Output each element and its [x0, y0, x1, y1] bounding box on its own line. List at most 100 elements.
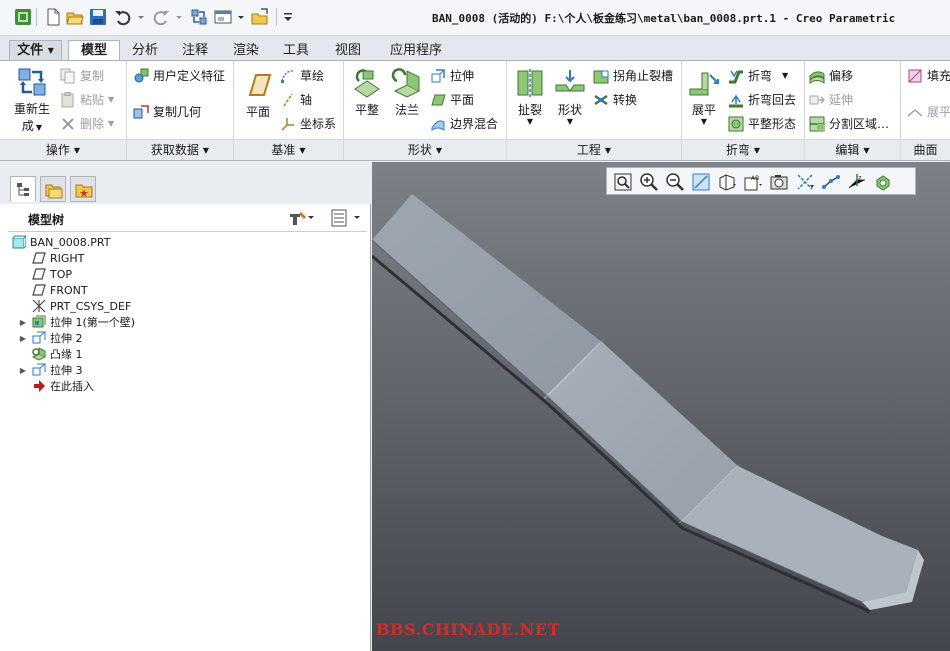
- convert-button[interactable]: 转换: [593, 91, 637, 108]
- new-file-icon[interactable]: [44, 8, 62, 26]
- zoom-in-icon[interactable]: [639, 172, 659, 192]
- unbend-button[interactable]: 展平 ▼: [686, 67, 722, 126]
- undo-dropdown-icon[interactable]: [136, 8, 146, 26]
- bend-back-button[interactable]: 折弯回去: [728, 91, 796, 108]
- group-shapes-label[interactable]: 形状 ▼: [344, 139, 506, 160]
- regenerate-icon[interactable]: [190, 8, 208, 26]
- tab-view[interactable]: 视图: [325, 40, 371, 61]
- planar-button[interactable]: 平面: [430, 91, 474, 108]
- unfold-button[interactable]: 展平: [907, 103, 950, 120]
- tree-show-icon[interactable]: [330, 209, 364, 227]
- app-logo-icon[interactable]: [14, 8, 32, 26]
- tab-favorites[interactable]: [70, 176, 96, 202]
- group-operations-label[interactable]: 操作 ▼: [0, 139, 126, 160]
- folder-browser-icon: [45, 181, 63, 199]
- repaint-icon[interactable]: [691, 172, 711, 192]
- open-folder-icon[interactable]: [66, 8, 84, 26]
- extrude-button[interactable]: 拉伸: [430, 67, 474, 84]
- tree-item-label: BAN_0008.PRT: [30, 235, 111, 249]
- tab-folder-browser[interactable]: [40, 176, 66, 202]
- form-button[interactable]: 形状 ▼: [551, 67, 589, 126]
- tree-item-feature[interactable]: 凸缘 1: [32, 346, 83, 362]
- tree-item-label: PRT_CSYS_DEF: [50, 299, 132, 313]
- group-datum-label[interactable]: 基准 ▼: [234, 139, 343, 160]
- group-get-data-label[interactable]: 获取数据 ▼: [127, 139, 233, 160]
- display-style-icon[interactable]: [717, 172, 737, 192]
- tab-applications[interactable]: 应用程序: [378, 40, 454, 61]
- group-bends-label[interactable]: 折弯 ▼: [682, 139, 804, 160]
- split-area-button[interactable]: 分割区域…: [809, 115, 889, 132]
- redo-dropdown-icon[interactable]: [174, 8, 184, 26]
- tree-item-csys[interactable]: PRT_CSYS_DEF: [32, 298, 131, 314]
- tree-item-feature[interactable]: ▶ 拉伸 3: [18, 362, 83, 378]
- planar-label: 平面: [450, 93, 475, 107]
- axis-button[interactable]: 轴: [280, 91, 312, 108]
- tree-item-datum[interactable]: FRONT: [32, 282, 88, 298]
- expand-arrow-icon[interactable]: ▶: [18, 318, 28, 327]
- tree-item-datum[interactable]: RIGHT: [32, 250, 84, 266]
- window-dropdown-icon[interactable]: [236, 8, 246, 26]
- tab-analysis[interactable]: 分析: [122, 40, 168, 61]
- group-surfaces-label[interactable]: 曲面: [901, 139, 950, 160]
- sheet-metal-part[interactable]: [372, 162, 950, 651]
- tab-model[interactable]: 模型: [68, 40, 120, 62]
- group-editing-title: 编辑: [835, 143, 860, 157]
- sketch-button[interactable]: 草绘: [280, 67, 324, 84]
- toolbar-separator: [36, 8, 37, 26]
- tab-render[interactable]: 渲染: [223, 40, 269, 61]
- expand-arrow-icon[interactable]: ▶: [18, 334, 28, 343]
- coordinate-system-button[interactable]: 坐标系: [280, 115, 336, 132]
- flange-wall-button[interactable]: 法兰: [388, 67, 426, 118]
- redo-icon[interactable]: [152, 8, 170, 26]
- saved-views-icon[interactable]: AB: [743, 172, 763, 192]
- tab-tools[interactable]: 工具: [273, 40, 319, 61]
- close-window-icon[interactable]: [251, 8, 269, 26]
- extrude-label: 拉伸: [450, 69, 475, 83]
- refit-icon[interactable]: [613, 172, 633, 192]
- offset-button[interactable]: 偏移: [809, 67, 853, 84]
- datum-axes-display-icon[interactable]: [821, 172, 841, 192]
- flatten-form-icon: [728, 116, 744, 132]
- tab-annotate[interactable]: 注释: [172, 40, 218, 61]
- flatten-form-button[interactable]: 平整形态: [728, 115, 796, 132]
- view-manager-icon[interactable]: [769, 172, 789, 192]
- tree-item-label: 在此插入: [50, 380, 94, 393]
- save-icon[interactable]: [89, 8, 107, 26]
- expand-arrow-icon[interactable]: ▶: [18, 366, 28, 375]
- extend-button[interactable]: 延伸: [809, 91, 853, 108]
- copy-button[interactable]: 复制: [60, 67, 104, 84]
- fill-button[interactable]: 填充: [907, 67, 950, 84]
- graphics-window[interactable]: AB z BBS.CHINADE.NET: [372, 162, 950, 651]
- bend-button[interactable]: 折弯 ▼: [728, 67, 788, 84]
- tree-item-feature[interactable]: ▶ 拉伸 2: [18, 330, 83, 346]
- delete-button[interactable]: 删除 ▼: [60, 115, 114, 132]
- group-engineering-label[interactable]: 工程 ▼: [507, 139, 681, 160]
- tab-model-tree[interactable]: [10, 176, 36, 202]
- user-defined-feature-button[interactable]: 用户定义特征: [133, 67, 225, 84]
- zoom-out-icon[interactable]: [665, 172, 685, 192]
- csys-display-icon[interactable]: [873, 172, 893, 192]
- datum-plane-button[interactable]: 平面: [238, 69, 278, 120]
- tree-item-insert-here[interactable]: 在此插入: [32, 378, 94, 394]
- flat-wall-button[interactable]: 平整: [348, 67, 386, 118]
- copy-geometry-button[interactable]: 复制几何: [133, 103, 201, 120]
- points-display-icon[interactable]: z: [847, 172, 867, 192]
- regenerate-button[interactable]: 重新生 成 ▼: [10, 66, 54, 134]
- customize-icon[interactable]: [282, 8, 294, 26]
- corner-relief-button[interactable]: 拐角止裂槽: [593, 67, 673, 84]
- regenerate-label: 重新生: [13, 102, 50, 116]
- rip-button[interactable]: 扯裂 ▼: [511, 67, 549, 126]
- group-editing-label[interactable]: 编辑 ▼: [805, 139, 900, 160]
- paste-button[interactable]: 粘贴 ▼: [60, 91, 114, 108]
- window-icon[interactable]: [214, 8, 232, 26]
- undo-icon[interactable]: [114, 8, 132, 26]
- tree-settings-icon[interactable]: [288, 210, 314, 226]
- tree-item-feature[interactable]: ▶ 拉伸 1(第一个壁): [18, 314, 135, 330]
- boundary-blend-button[interactable]: 边界混合: [430, 115, 498, 132]
- tree-item-datum[interactable]: TOP: [32, 266, 72, 282]
- tree-item-part[interactable]: BAN_0008.PRT: [12, 234, 111, 250]
- tab-file[interactable]: 文件 ▼: [9, 40, 62, 61]
- planar-icon: [430, 92, 446, 108]
- datum-planes-display-icon[interactable]: [795, 172, 815, 192]
- bend-icon: [728, 68, 744, 84]
